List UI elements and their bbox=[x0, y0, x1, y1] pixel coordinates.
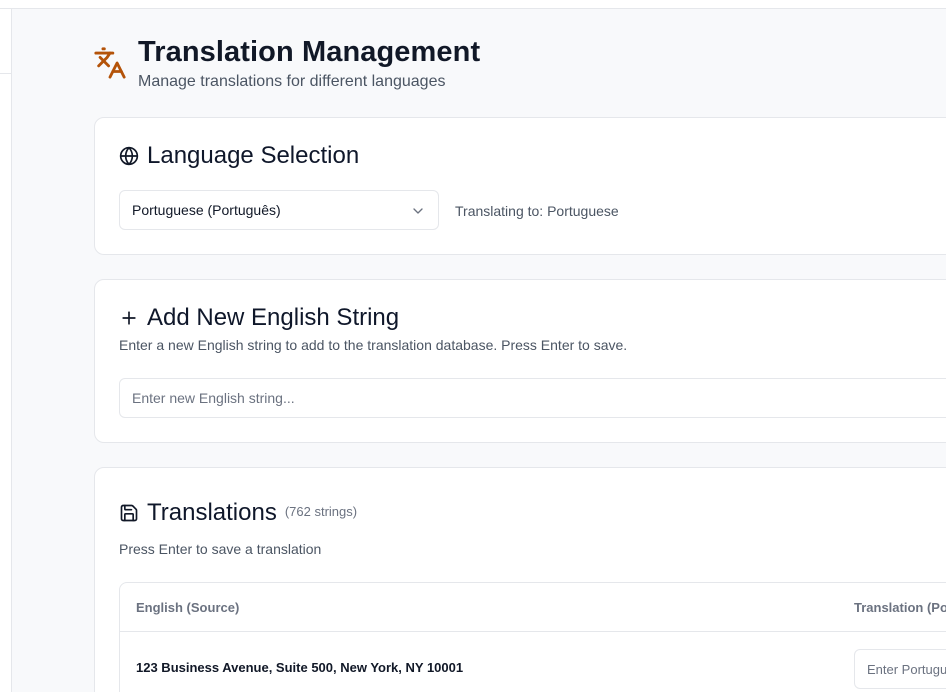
table-row: 123 Business Avenue, Suite 500, New York… bbox=[120, 632, 946, 692]
column-header-source: English (Source) bbox=[136, 600, 240, 615]
new-english-string-input[interactable] bbox=[119, 378, 946, 418]
add-string-heading: Add New English String bbox=[119, 304, 399, 332]
translations-table: English (Source) Translation (Portuguese… bbox=[119, 582, 946, 692]
language-selection-heading: Language Selection bbox=[119, 142, 359, 170]
sidebar-divider bbox=[0, 73, 12, 74]
string-count-badge: (762 strings) bbox=[284, 503, 358, 519]
chevron-down-icon bbox=[410, 203, 426, 219]
add-string-card: Add New English String Enter a new Engli… bbox=[94, 279, 946, 443]
source-string: 123 Business Avenue, Suite 500, New York… bbox=[136, 660, 464, 675]
page-subtitle: Manage translations for different langua… bbox=[138, 73, 446, 90]
translations-description: Press Enter to save a translation bbox=[119, 541, 322, 557]
sidebar bbox=[0, 9, 12, 692]
translation-input[interactable] bbox=[854, 649, 946, 689]
language-select[interactable]: Portuguese (Português) bbox=[119, 190, 439, 230]
translations-title: Translations bbox=[147, 499, 277, 526]
column-header-translation: Translation (Portuguese) bbox=[854, 600, 946, 615]
language-selection-title: Language Selection bbox=[147, 142, 360, 169]
translations-card: Translations (762 strings) Press Enter t… bbox=[94, 467, 946, 692]
translating-to-label: Translating to: Portuguese bbox=[455, 203, 619, 219]
add-string-description: Enter a new English string to add to the… bbox=[119, 337, 628, 353]
language-select-value: Portuguese (Português) bbox=[132, 202, 281, 218]
plus-icon bbox=[119, 308, 139, 328]
translations-heading: Translations (762 strings) bbox=[119, 499, 357, 527]
translate-icon bbox=[93, 46, 127, 80]
save-icon bbox=[119, 503, 139, 523]
add-string-title: Add New English String bbox=[147, 304, 400, 331]
table-header: English (Source) Translation (Portuguese… bbox=[120, 583, 946, 632]
page-title: Translation Management bbox=[138, 36, 481, 68]
top-bar bbox=[0, 0, 946, 9]
language-selection-card: Language Selection Portuguese (Português… bbox=[94, 117, 946, 255]
globe-icon bbox=[119, 146, 139, 166]
